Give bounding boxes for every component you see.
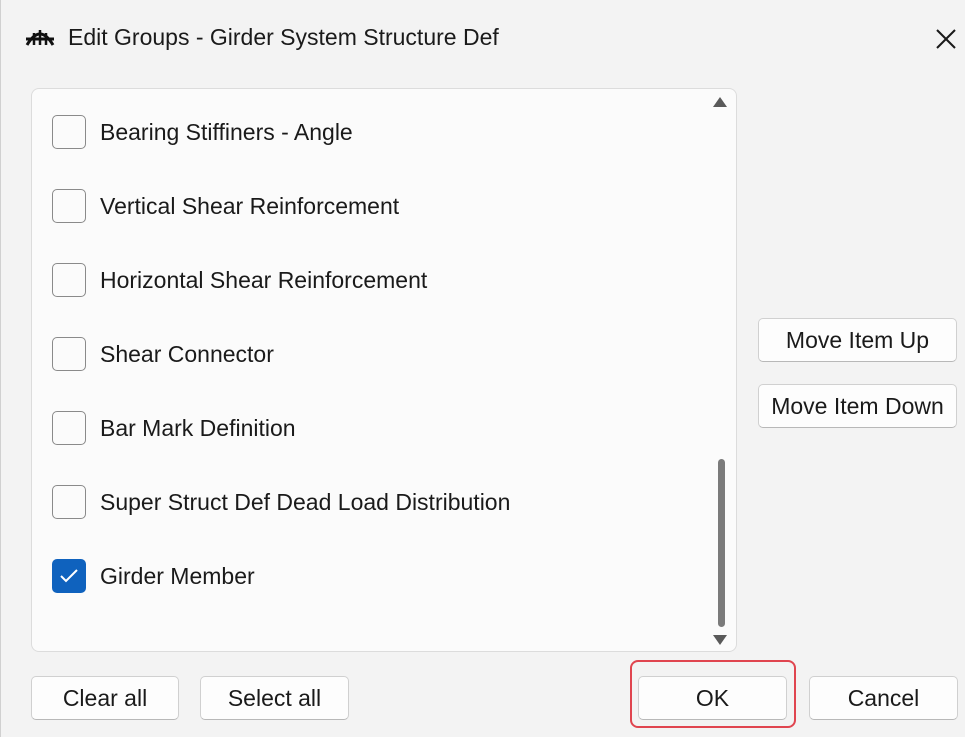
scroll-down-arrow-icon[interactable] — [712, 633, 728, 647]
checkbox-checked[interactable] — [52, 559, 86, 593]
bridge-icon — [25, 30, 55, 46]
list-item-label: Bearing Stiffiners - Angle — [100, 119, 353, 145]
move-item-up-button[interactable]: Move Item Up — [758, 318, 957, 362]
list-item[interactable]: Super Struct Def Dead Load Distribution — [52, 483, 692, 523]
checkbox-unchecked[interactable] — [52, 337, 86, 371]
checkbox-unchecked[interactable] — [52, 411, 86, 445]
checkbox-unchecked[interactable] — [52, 263, 86, 297]
list-item-label: Girder Member — [100, 563, 255, 589]
checkbox-unchecked[interactable] — [52, 115, 86, 149]
close-icon[interactable] — [929, 22, 963, 56]
list-item[interactable]: Horizontal Shear Reinforcement — [52, 261, 692, 301]
list-item-label: Shear Connector — [100, 341, 274, 367]
list-item-label: Bar Mark Definition — [100, 415, 296, 441]
window-title: Edit Groups - Girder System Structure De… — [68, 24, 499, 50]
scroll-up-arrow-icon[interactable] — [712, 95, 728, 109]
list-item[interactable]: Girder Member — [52, 557, 692, 597]
list-item[interactable]: Vertical Shear Reinforcement — [52, 187, 692, 227]
ok-button[interactable]: OK — [638, 676, 787, 720]
title-bar: Edit Groups - Girder System Structure De… — [1, 0, 965, 76]
move-item-down-button[interactable]: Move Item Down — [758, 384, 957, 428]
clear-all-button[interactable]: Clear all — [31, 676, 179, 720]
edit-groups-dialog: Edit Groups - Girder System Structure De… — [0, 0, 965, 737]
list-item[interactable]: Shear Connector — [52, 335, 692, 375]
checkbox-unchecked[interactable] — [52, 485, 86, 519]
checkbox-unchecked[interactable] — [52, 189, 86, 223]
select-all-button[interactable]: Select all — [200, 676, 349, 720]
scrollbar-thumb[interactable] — [718, 459, 725, 627]
cancel-button[interactable]: Cancel — [809, 676, 958, 720]
group-list: Bearing Stiffiners - Angle Vertical Shea… — [31, 88, 737, 652]
list-item-label: Horizontal Shear Reinforcement — [100, 267, 428, 293]
list-item[interactable]: Bearing Stiffiners - Angle — [52, 113, 692, 153]
checkmark-icon — [60, 569, 78, 583]
list-item[interactable]: Bar Mark Definition — [52, 409, 692, 449]
list-item-label: Vertical Shear Reinforcement — [100, 193, 400, 219]
list-item-label: Super Struct Def Dead Load Distribution — [100, 489, 511, 515]
